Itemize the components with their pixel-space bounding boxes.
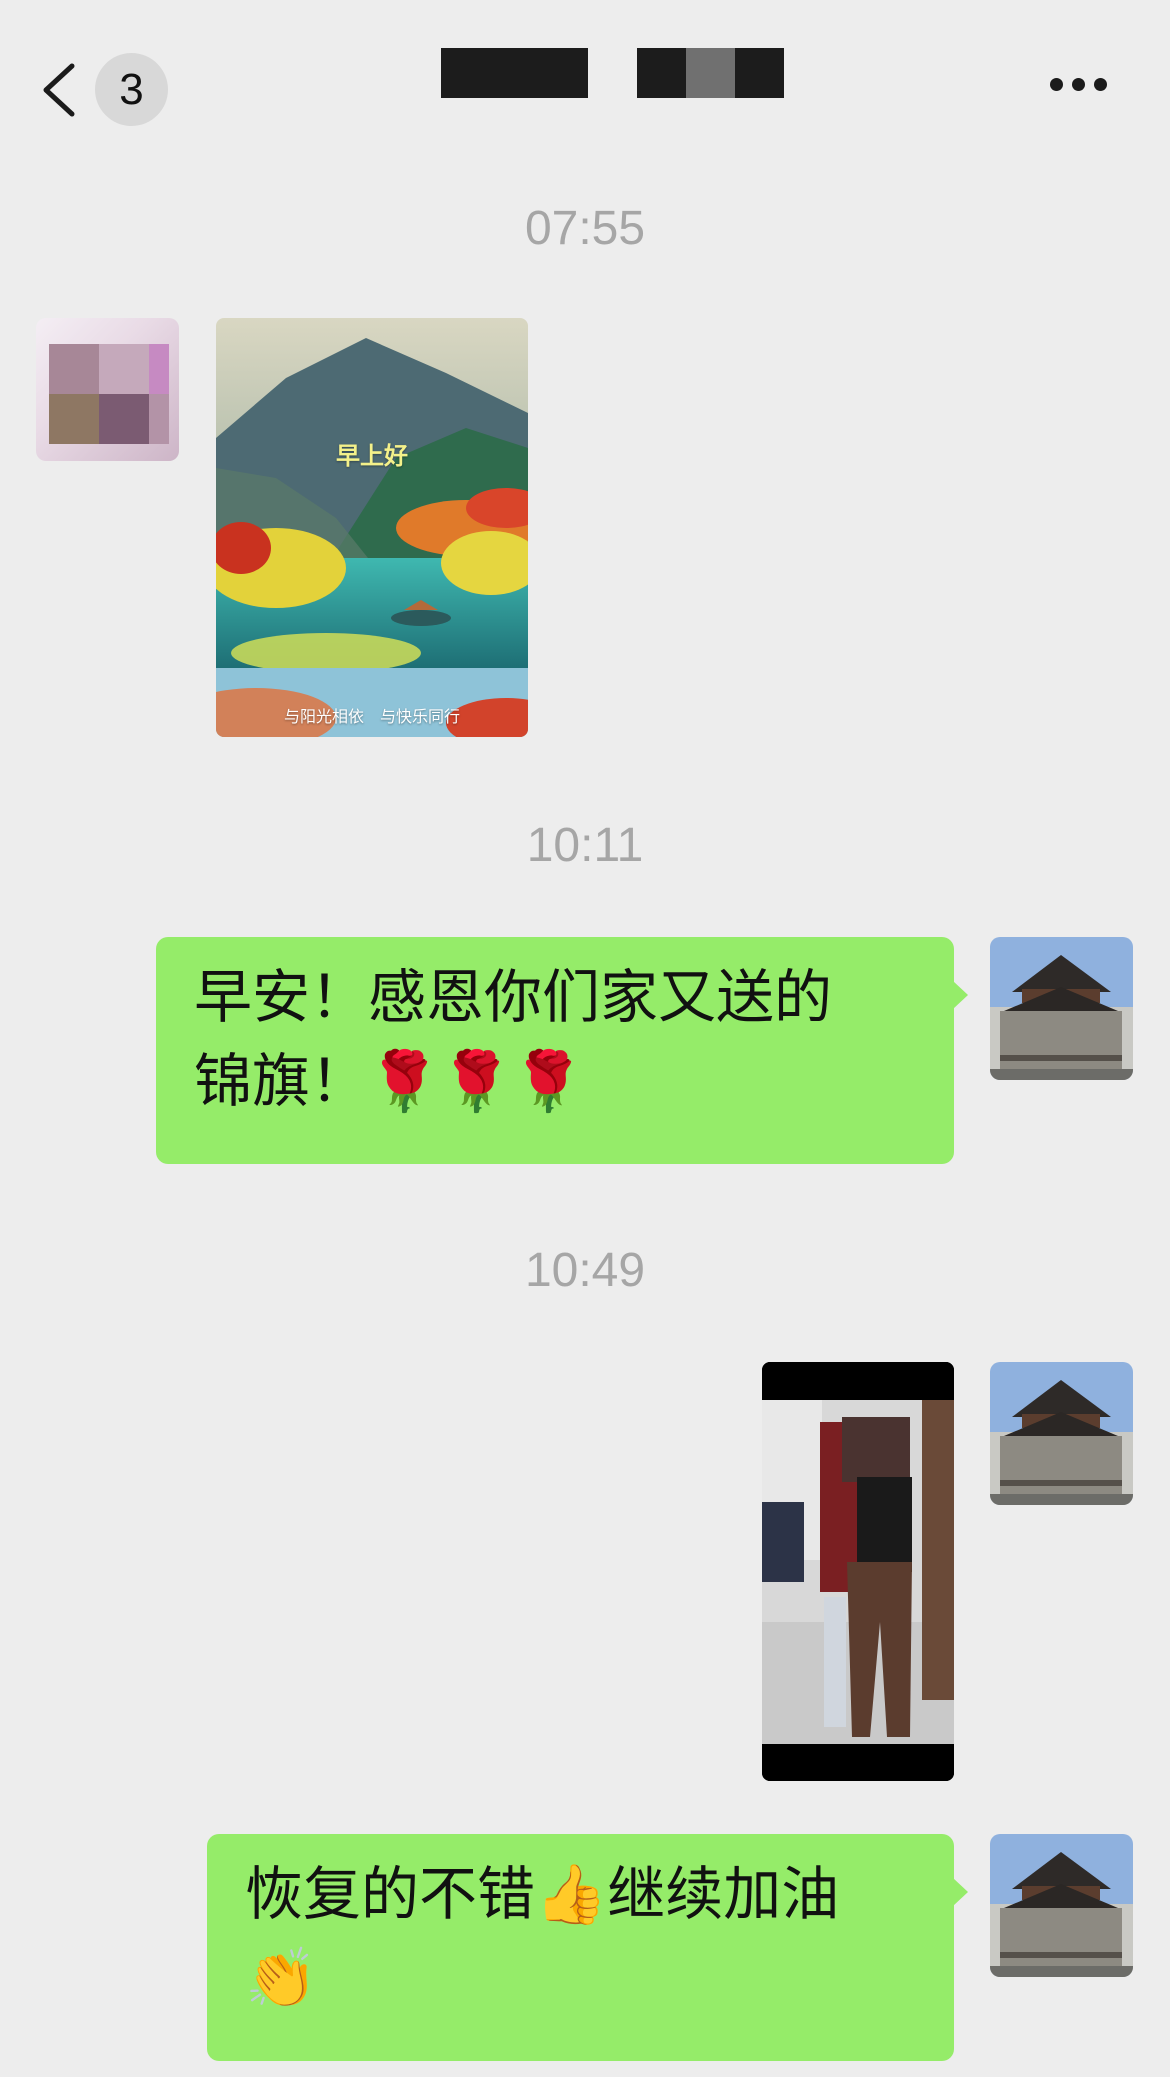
tower-photo <box>990 1834 1133 1977</box>
message-text-line: 锦旗！🌹🌹🌹 <box>194 1047 585 1115</box>
landscape-image <box>216 318 528 737</box>
my-avatar[interactable] <box>990 1834 1133 1977</box>
image-caption-footer: 与阳光相依 与快乐同行 <box>283 707 460 726</box>
back-button[interactable]: 3 <box>40 52 180 128</box>
sent-text-message[interactable]: 早安！感恩你们家又送的 锦旗！🌹🌹🌹 <box>156 937 968 1164</box>
more-options-button[interactable] <box>1040 70 1110 110</box>
tower-photo <box>990 1362 1133 1505</box>
redacted-chat-title <box>637 48 784 98</box>
image-message[interactable]: 早上好 与阳光相依 与快乐同行 <box>216 318 528 737</box>
ellipsis-icon <box>1050 78 1063 91</box>
my-avatar[interactable] <box>990 1362 1133 1505</box>
chat-screen: 3 07:55 早上好 与阳光相依 与快乐同行 10:11 早安！感恩你们家又送… <box>0 0 1170 2077</box>
tower-photo <box>990 937 1133 1080</box>
video-message[interactable] <box>762 1362 954 1781</box>
timestamp: 10:49 <box>524 1244 646 1297</box>
video-thumbnail <box>762 1362 954 1781</box>
redacted-chat-title <box>441 48 588 98</box>
contact-avatar[interactable] <box>36 318 179 461</box>
message-text-line: 👏 <box>245 1944 318 2012</box>
my-avatar[interactable] <box>990 937 1133 1080</box>
unread-count-badge: 3 <box>95 53 168 126</box>
message-text-line: 恢复的不错👍继续加油 <box>245 1860 840 1928</box>
timestamp: 07:55 <box>524 202 646 255</box>
chevron-left-icon <box>43 63 75 117</box>
timestamp: 10:11 <box>526 819 644 872</box>
image-caption-title: 早上好 <box>336 442 408 470</box>
message-text-line: 早安！感恩你们家又送的 <box>194 963 833 1031</box>
sent-text-message[interactable]: 恢复的不错👍继续加油 👏 <box>207 1834 968 2061</box>
